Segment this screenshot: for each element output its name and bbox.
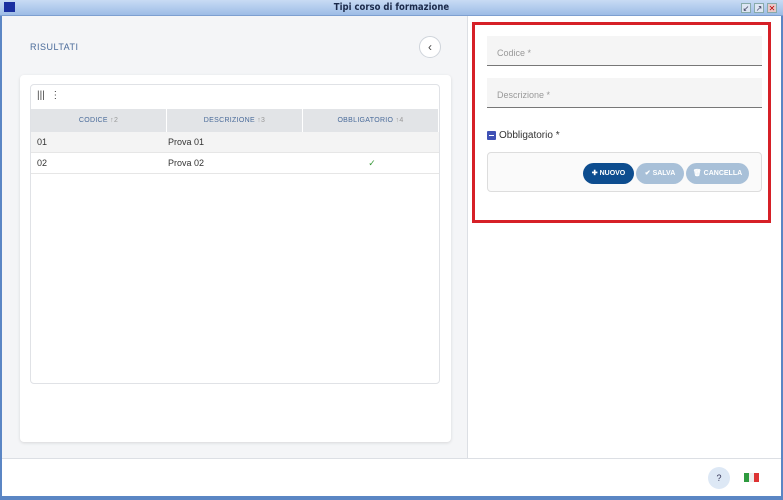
results-table: ||| ⋮ CODICE ↑2 DESCRIZIONE ↑3 OBBLIGATO… (30, 84, 440, 384)
minimize-icon[interactable]: ↙ (741, 3, 751, 13)
footer: ? (2, 458, 781, 496)
title-bar: Tipi corso di formazione ↙ ↗ ✕ (0, 0, 783, 16)
codice-input[interactable]: Codice * (487, 36, 762, 66)
salva-button[interactable]: ✔ SALVA (636, 163, 684, 184)
checkbox-indeterminate-icon (487, 131, 496, 140)
plus-icon: ✚ (591, 170, 598, 177)
more-menu-icon[interactable]: ⋮ (50, 90, 60, 101)
trash-icon: 🗑 (692, 170, 702, 177)
table-row[interactable]: 02 Prova 02 ✓ (31, 153, 439, 174)
close-icon[interactable]: ✕ (767, 3, 777, 13)
table-row[interactable]: 01 Prova 01 (31, 132, 439, 153)
nuovo-button[interactable]: ✚ NUOVO (583, 163, 634, 184)
column-header-codice[interactable]: CODICE ↑2 (31, 109, 167, 132)
check-icon: ✔ (644, 170, 651, 177)
results-title: RISULTATI (30, 42, 79, 52)
app-icon (4, 2, 15, 12)
cancella-button[interactable]: 🗑 CANCELLA (686, 163, 749, 184)
italian-flag-icon[interactable] (744, 473, 759, 482)
check-icon: ✓ (368, 158, 376, 168)
column-header-descrizione[interactable]: DESCRIZIONE ↑3 (167, 109, 303, 132)
results-card: ||| ⋮ CODICE ↑2 DESCRIZIONE ↑3 OBBLIGATO… (20, 75, 451, 442)
window-title: Tipi corso di formazione (333, 2, 450, 13)
collapse-button[interactable]: ‹ (419, 36, 441, 58)
columns-icon[interactable]: ||| (37, 90, 45, 101)
obbligatorio-checkbox[interactable]: Obbligatorio * (487, 130, 560, 141)
action-bar: ✚ NUOVO ✔ SALVA 🗑 CANCELLA (487, 152, 762, 192)
results-panel: RISULTATI ‹ ||| ⋮ CODICE ↑2 DESCRIZIONE … (2, 16, 468, 458)
descrizione-input[interactable]: Descrizione * (487, 78, 762, 108)
help-button[interactable]: ? (708, 467, 730, 489)
maximize-icon[interactable]: ↗ (754, 3, 764, 13)
column-header-obbligatorio[interactable]: OBBLIGATORIO ↑4 (303, 109, 439, 132)
